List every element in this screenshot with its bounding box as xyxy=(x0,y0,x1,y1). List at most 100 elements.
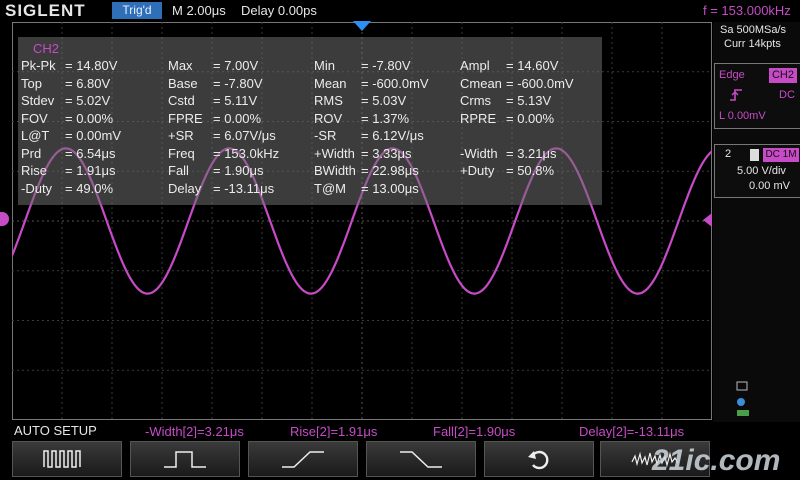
trigger-coupling: DC xyxy=(779,89,795,101)
measurement-value: = 6.54μs xyxy=(65,145,116,161)
measurement-value: = 3.33μs xyxy=(361,145,412,161)
measurement-value: = 153.0kHz xyxy=(213,145,280,161)
rising-edge-icon xyxy=(730,89,742,101)
softkey-undo[interactable] xyxy=(484,441,594,477)
status-header: SIGLENT Trig'd M 2.00μs Delay 0.00ps f =… xyxy=(0,0,800,22)
measurement-label: BWidth xyxy=(314,163,356,178)
measurement-value: = -7.80V xyxy=(361,58,411,73)
measurement-value: = 1.90μs xyxy=(213,163,264,178)
measurement-label: Fall xyxy=(168,163,189,178)
softkey-multi-period[interactable] xyxy=(12,441,122,477)
measurement-label: Ampl xyxy=(460,58,490,73)
trigger-status-badge: Trig'd xyxy=(112,2,162,19)
measurement-value: = 6.80V xyxy=(65,75,111,91)
measurement-label: FPRE xyxy=(168,110,203,126)
measurement-value: = 7.00V xyxy=(213,58,259,73)
measurement-label: Stdev xyxy=(21,93,55,108)
measurement-label: FOV xyxy=(21,110,48,126)
watermark-logo: 21ic.com xyxy=(651,444,780,477)
measurement-value: = 14.60V xyxy=(506,58,559,73)
measurement-panel: CH2 Pk-Pk = 14.80V Max = 7.00V Min = -7.80V Am… xyxy=(18,37,602,205)
bottom-measure-delay: Delay[2]=-13.11μs xyxy=(579,424,685,439)
bottom-measure-fall: Fall[2]=1.90μs xyxy=(433,424,516,439)
measurement-label: Max xyxy=(168,58,193,73)
measurement-value: = 5.13V xyxy=(506,93,552,108)
measurement-value: = -600.0mV xyxy=(506,75,574,91)
trigger-position-marker[interactable] xyxy=(353,21,371,31)
softkey-falling-edge[interactable] xyxy=(366,441,476,477)
measurement-label: Base xyxy=(168,75,198,91)
measurement-value: = 1.37% xyxy=(361,110,410,126)
sample-rate-readout: Sa 500MSa/s xyxy=(720,24,787,36)
measurement-label: Cmean xyxy=(460,75,502,91)
measurement-value: = -7.80V xyxy=(213,75,263,91)
softkey-rising-edge[interactable] xyxy=(248,441,358,477)
softkey-single-period[interactable] xyxy=(130,441,240,477)
lan-icon xyxy=(737,410,749,416)
measurement-value: = -13.11μs xyxy=(213,180,275,196)
brand-logo: SIGLENT xyxy=(5,1,86,20)
measurement-value: = 50.8% xyxy=(506,163,555,178)
single-period-icon xyxy=(164,451,206,468)
channel-coupling-badge: DC 1M xyxy=(763,148,799,162)
measurement-value: = 6.07V/μs xyxy=(213,128,276,143)
measurement-value: = 0.00% xyxy=(506,110,555,126)
measurement-value: = 0.00mV xyxy=(65,128,122,143)
measurement-label: +SR xyxy=(168,128,194,143)
trigger-info-box[interactable]: Edge CH2 DC L 0.00mV xyxy=(714,63,800,129)
measurement-label: Top xyxy=(21,75,42,91)
measurement-label: L@T xyxy=(21,128,50,143)
measurement-label: +Width xyxy=(314,145,355,161)
measurement-label: -SR xyxy=(314,128,337,143)
trigger-source-badge: CH2 xyxy=(769,68,797,83)
measurement-label: Delay xyxy=(168,180,202,196)
measurement-label: Prd xyxy=(21,145,42,161)
menu-title: AUTO SETUP xyxy=(14,423,97,438)
usb-icon xyxy=(736,381,748,391)
measurement-value: = 3.21μs xyxy=(506,145,557,161)
measurement-label: Crms xyxy=(460,93,492,108)
delay-readout[interactable]: Delay 0.00ps xyxy=(241,3,317,18)
measurement-value: = 5.02V xyxy=(65,93,111,108)
svg-text:21ic.com: 21ic.com xyxy=(651,444,780,477)
ch2-offset-marker[interactable] xyxy=(0,212,9,226)
channel-info-box[interactable]: 2 DC 1M 5.00 V/div 0.00 mV xyxy=(714,144,800,198)
measurement-value: = 22.98μs xyxy=(361,163,419,178)
measurement-value: = 6.12V/μs xyxy=(361,128,424,143)
measurement-label: T@M xyxy=(314,180,346,196)
trigger-level: L 0.00mV xyxy=(719,110,766,122)
measurement-label: ROV xyxy=(314,110,343,126)
measurement-value: = 0.00% xyxy=(213,110,262,126)
measurement-label: RMS xyxy=(314,93,343,108)
channel-scale: 5.00 V/div xyxy=(737,165,786,177)
falling-edge-icon xyxy=(400,451,442,468)
channel-offset: 0.00 mV xyxy=(749,180,790,192)
measurement-label: Rise xyxy=(21,163,48,178)
measurement-label: Pk-Pk xyxy=(21,58,56,73)
measurement-value: = 5.11V xyxy=(213,93,258,108)
measurement-label: Min xyxy=(314,58,335,73)
bottom-measure-rise: Rise[2]=1.91μs xyxy=(290,424,378,439)
measurement-value: = -600.0mV xyxy=(361,75,429,91)
measurement-label: Cstd xyxy=(168,93,195,108)
timebase-readout[interactable]: M 2.00μs xyxy=(172,3,226,18)
channel-number: 2 xyxy=(725,148,732,160)
measurement-value: = 13.00μs xyxy=(361,180,419,196)
measurement-label: Mean xyxy=(314,75,347,91)
probe-icon xyxy=(750,149,759,161)
trigger-level-marker[interactable] xyxy=(703,213,712,227)
multi-period-icon xyxy=(43,450,81,468)
frequency-counter: f = 153.000kHz xyxy=(703,3,791,18)
memory-depth-readout: Curr 14kpts xyxy=(724,38,781,50)
network-icon xyxy=(737,398,745,406)
measurement-value: = 1.91μs xyxy=(65,163,116,178)
measurement-label: -Width xyxy=(460,145,498,161)
measurement-channel-label: CH2 xyxy=(33,41,60,56)
measurement-value: = 5.03V xyxy=(361,93,407,108)
measurement-value: = 14.80V xyxy=(65,58,118,73)
measurement-value: = 49.0% xyxy=(65,180,114,196)
measurement-label: Freq xyxy=(168,145,195,161)
measurement-label: +Duty xyxy=(460,163,495,178)
undo-icon xyxy=(528,450,549,470)
rising-edge-icon xyxy=(282,451,324,468)
